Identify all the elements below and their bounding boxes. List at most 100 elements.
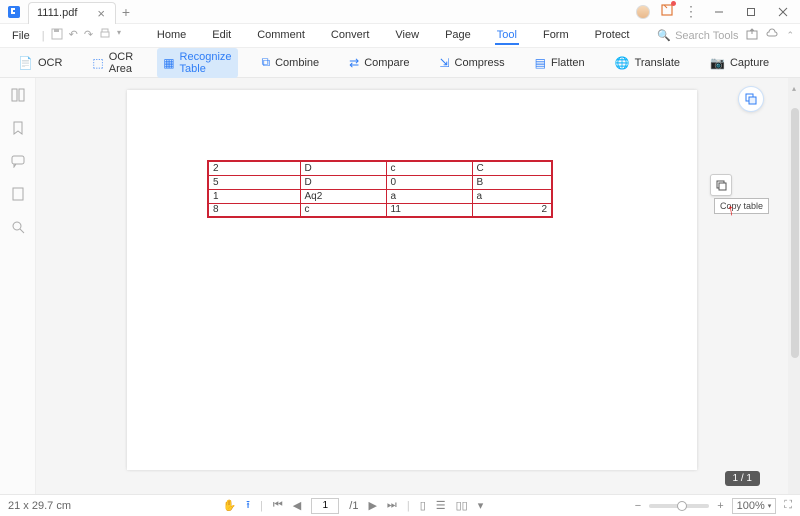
last-page-icon[interactable]: ⏭ — [387, 499, 397, 512]
redo-icon[interactable]: ↷ — [84, 28, 93, 43]
first-page-icon[interactable]: ⏮ — [273, 499, 283, 512]
chevron-down-icon[interactable]: ▾ — [117, 28, 121, 43]
view-two-page-icon[interactable]: ▯▯ — [456, 499, 468, 512]
prev-page-icon[interactable]: ◀ — [293, 499, 301, 512]
search-panel-icon[interactable] — [11, 220, 25, 237]
floating-tool-button[interactable] — [738, 86, 764, 112]
canvas-area[interactable]: 2DcC5D0B1Aq2aa8c112 Copy table 1 / 1 — [36, 78, 788, 494]
save-icon[interactable] — [51, 28, 63, 43]
compare-button[interactable]: ⇄Compare — [343, 53, 415, 73]
document-tab[interactable]: 1111.pdf × — [28, 2, 116, 24]
tab-title: 1111.pdf — [37, 7, 77, 19]
select-tool-icon[interactable]: ⭱ — [246, 496, 250, 515]
compress-label: Compress — [455, 57, 505, 69]
menu-bar: File | ↶ ↷ ▾ HomeEditCommentConvertViewP… — [0, 24, 800, 48]
window-maximize-button[interactable] — [740, 2, 762, 22]
table-cell[interactable]: 8 — [208, 203, 300, 217]
search-tools[interactable]: 🔍 Search Tools — [657, 29, 738, 42]
flatten-button[interactable]: ▤Flatten — [529, 53, 591, 73]
bookmark-icon[interactable] — [11, 121, 25, 138]
window-minimize-button[interactable] — [708, 2, 730, 22]
view-continuous-icon[interactable]: ☰ — [436, 499, 446, 512]
menu-item-form[interactable]: Form — [541, 27, 571, 45]
table-cell[interactable]: D — [300, 161, 386, 175]
table-cell[interactable]: 11 — [386, 203, 472, 217]
next-page-icon[interactable]: ▶ — [368, 499, 376, 512]
zoom-in-icon[interactable]: + — [717, 500, 723, 512]
scroll-thumb[interactable] — [791, 108, 799, 358]
title-bar: 1111.pdf × + ⋮ — [0, 0, 800, 24]
collapse-ribbon-icon[interactable]: ⌃ — [786, 30, 794, 41]
attachment-icon[interactable] — [11, 187, 25, 204]
view-single-icon[interactable]: ▯ — [420, 499, 426, 512]
tab-close-button[interactable]: × — [97, 7, 105, 20]
menu-item-protect[interactable]: Protect — [593, 27, 632, 45]
more-icon[interactable]: ⋮ — [684, 3, 698, 20]
menu-item-home[interactable]: Home — [155, 27, 188, 45]
table-cell[interactable]: c — [300, 203, 386, 217]
capture-button[interactable]: 📷Capture — [704, 53, 775, 73]
fit-page-icon[interactable]: ⛶ — [784, 499, 792, 512]
zoom-out-icon[interactable]: − — [635, 500, 641, 512]
new-tab-button[interactable]: + — [116, 4, 136, 20]
zoom-value-box[interactable]: 100% ▾ — [732, 498, 777, 514]
window-close-button[interactable] — [772, 2, 794, 22]
table-cell[interactable]: 2 — [208, 161, 300, 175]
comment-icon[interactable] — [11, 154, 25, 171]
scroll-up-icon[interactable]: ▴ — [792, 84, 796, 93]
left-sidebar — [0, 78, 36, 494]
zoom-slider-thumb[interactable] — [677, 501, 687, 511]
zoom-slider[interactable] — [649, 504, 709, 508]
menu-item-view[interactable]: View — [393, 27, 421, 45]
table-cell[interactable]: a — [472, 189, 552, 203]
user-avatar-icon[interactable] — [636, 5, 650, 19]
menu-right: 🔍 Search Tools ⌃ — [657, 28, 794, 43]
capture-label: Capture — [730, 57, 769, 69]
ocr-area-icon: ⬚ — [92, 56, 103, 70]
table-cell[interactable]: 1 — [208, 189, 300, 203]
compress-button[interactable]: ⇲Compress — [433, 53, 510, 73]
table-cell[interactable]: 0 — [386, 175, 472, 189]
table-cell[interactable]: 5 — [208, 175, 300, 189]
combine-button[interactable]: ⧉Combine — [256, 52, 326, 73]
tool-toolbar: 📄OCR ⬚OCR Area ▦Recognize Table ⧉Combine… — [0, 48, 800, 78]
view-options-icon[interactable]: ▾ — [478, 499, 484, 512]
copy-table-button[interactable] — [710, 174, 732, 196]
table-cell[interactable]: Aq2 — [300, 189, 386, 203]
share-icon[interactable] — [746, 28, 758, 43]
cloud-icon[interactable] — [766, 28, 778, 43]
menu-item-page[interactable]: Page — [443, 27, 473, 45]
ocr-label: OCR — [38, 57, 62, 69]
menu-item-edit[interactable]: Edit — [210, 27, 233, 45]
compare-icon: ⇄ — [349, 56, 359, 70]
thumbnails-icon[interactable] — [11, 88, 25, 105]
recognize-table-button[interactable]: ▦Recognize Table — [157, 48, 237, 78]
vertical-scrollbar[interactable]: ▴ — [788, 78, 800, 494]
table-cell[interactable]: D — [300, 175, 386, 189]
print-icon[interactable] — [99, 28, 111, 43]
hand-tool-icon[interactable]: ✋ — [222, 499, 236, 512]
menu-item-comment[interactable]: Comment — [255, 27, 307, 45]
file-menu[interactable]: File — [6, 30, 36, 42]
table-cell[interactable]: a — [386, 189, 472, 203]
ocr-button[interactable]: 📄OCR — [12, 53, 68, 73]
table-cell[interactable]: c — [386, 161, 472, 175]
translate-button[interactable]: 🌐Translate — [609, 53, 686, 73]
page-number-input[interactable] — [311, 498, 339, 514]
status-center: ✋ ⭱ | ⏮ ◀ /1 ▶ ⏭ | ▯ ☰ ▯▯ ▾ — [79, 496, 627, 515]
search-placeholder: Search Tools — [675, 30, 738, 42]
notification-icon[interactable] — [660, 3, 674, 20]
ocr-area-button[interactable]: ⬚OCR Area — [86, 48, 139, 78]
table-cell[interactable]: B — [472, 175, 552, 189]
combine-label: Combine — [275, 57, 319, 69]
menu-item-convert[interactable]: Convert — [329, 27, 372, 45]
table-cell[interactable]: 2 — [472, 203, 552, 217]
translate-icon: 🌐 — [615, 56, 630, 70]
recognized-table[interactable]: 2DcC5D0B1Aq2aa8c112 — [207, 160, 553, 218]
table-cell[interactable]: C — [472, 161, 552, 175]
menu-item-tool[interactable]: Tool — [495, 27, 519, 45]
status-right: − + 100% ▾ ⛶ — [635, 498, 792, 514]
batch-process-button[interactable]: ⚙Batch Process — [793, 48, 800, 78]
chevron-down-icon: ▾ — [768, 502, 772, 510]
undo-icon[interactable]: ↶ — [69, 28, 78, 43]
